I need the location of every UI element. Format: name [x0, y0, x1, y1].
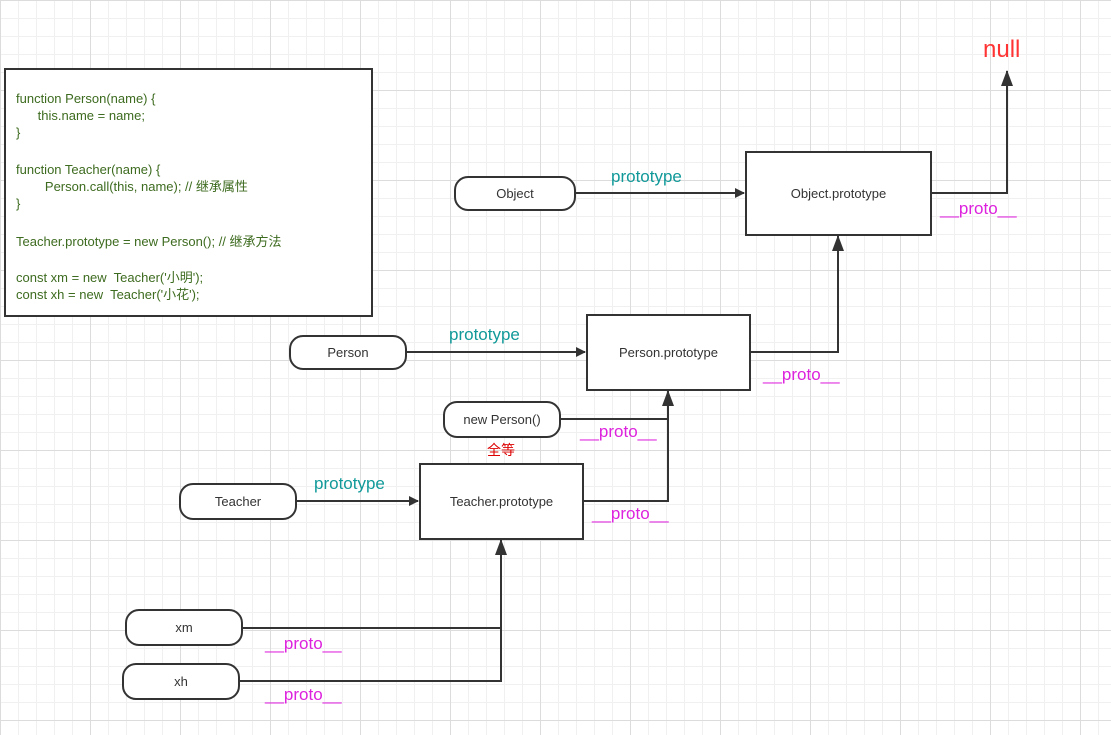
null-label: null — [983, 36, 1021, 63]
node-new-person: new Person() — [443, 401, 561, 438]
proto-label: __proto__ — [265, 685, 342, 704]
node-teacher: Teacher — [179, 483, 297, 520]
node-object: Object — [454, 176, 576, 211]
node-xm: xm — [125, 609, 243, 646]
node-object-prototype: Object.prototype — [745, 151, 932, 236]
arrow-xh-teacherproto — [240, 539, 507, 682]
arrow-objproto-null — [931, 70, 1013, 194]
node-person: Person — [289, 335, 407, 370]
node-xh: xh — [122, 663, 240, 700]
node-teacher-prototype: Teacher.prototype — [419, 463, 584, 540]
prototype-label: prototype — [314, 474, 385, 493]
prototype-label: prototype — [611, 167, 682, 186]
node-person-prototype: Person.prototype — [586, 314, 751, 391]
proto-label: __proto__ — [265, 634, 342, 653]
prototype-label: prototype — [449, 325, 520, 344]
proto-label: __proto__ — [580, 422, 657, 441]
proto-label: __proto__ — [940, 199, 1017, 218]
arrow-teacherproto-personproto — [583, 390, 674, 502]
equal-label: 全等 — [487, 442, 515, 458]
arrow-personproto-objproto — [750, 235, 844, 353]
proto-label: __proto__ — [592, 504, 669, 523]
proto-label: __proto__ — [763, 365, 840, 384]
